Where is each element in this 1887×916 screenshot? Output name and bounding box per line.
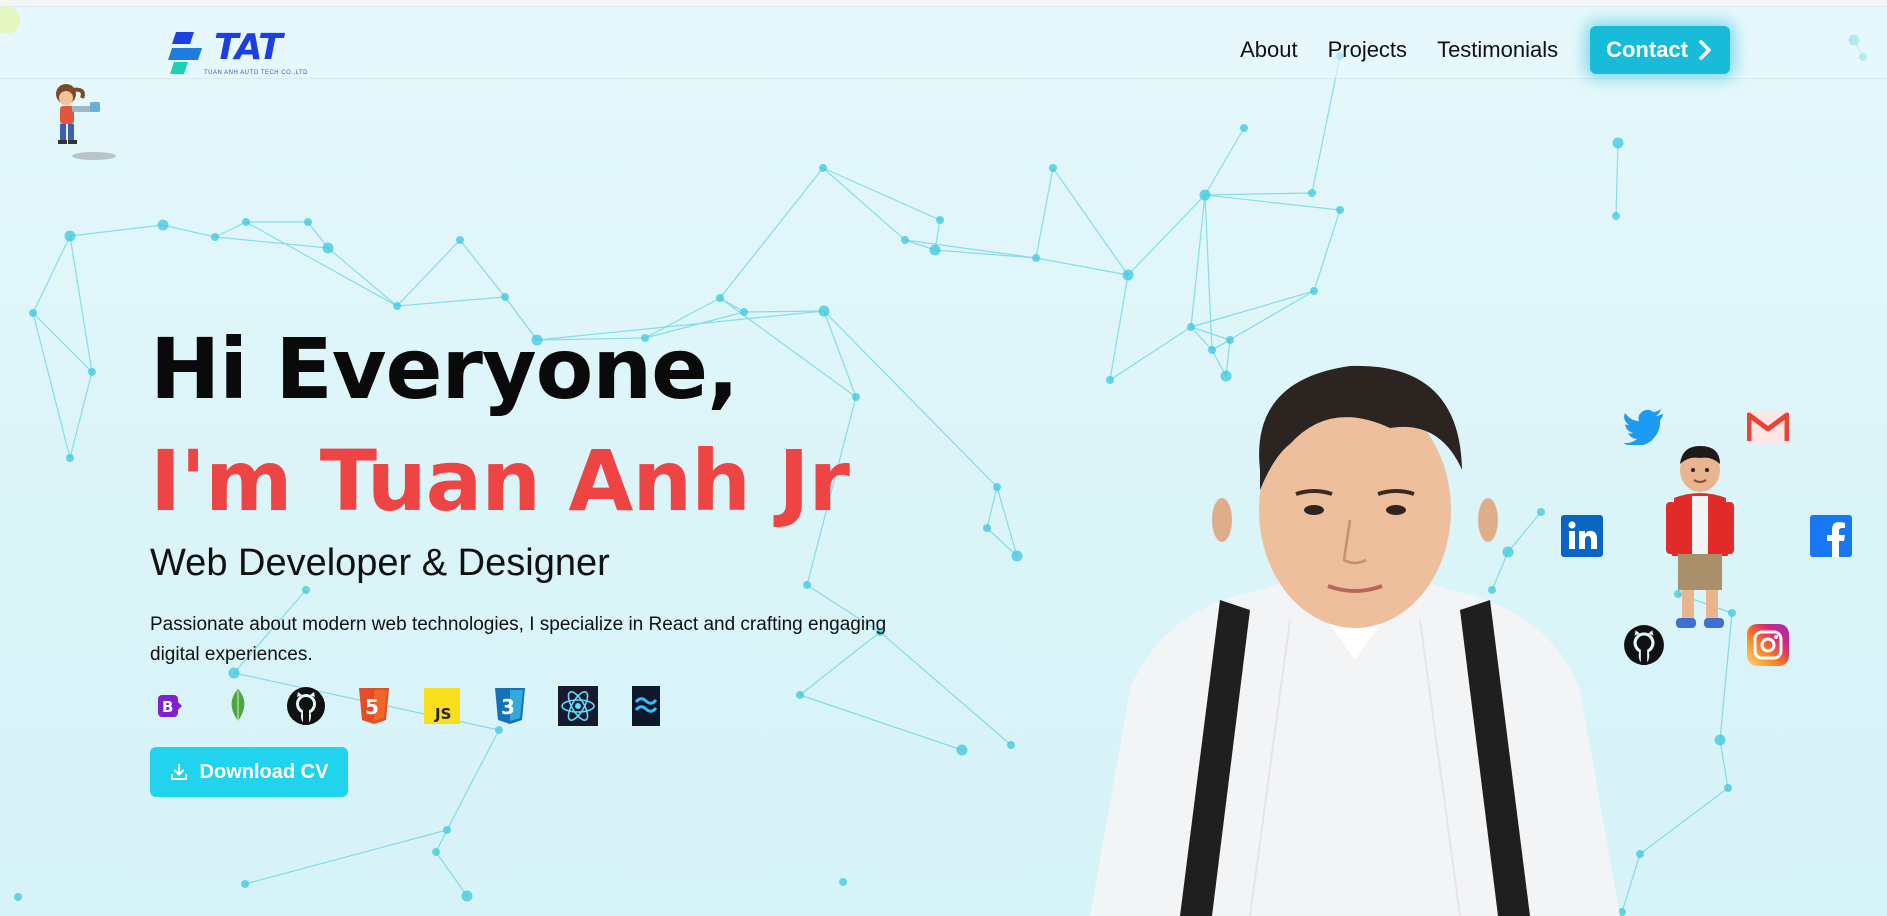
logo-text: TAT [214, 27, 283, 68]
tailwind-icon [626, 686, 666, 726]
nav-about[interactable]: About [1240, 37, 1298, 63]
hero-description: Passionate about modern web technologies… [150, 614, 887, 665]
avatar-character-icon [1666, 446, 1734, 628]
profile-photo [1090, 365, 1620, 916]
svg-text:5: 5 [365, 695, 379, 719]
bootstrap-icon: B [150, 686, 190, 726]
javascript-icon: JS [422, 686, 462, 726]
github-icon [286, 686, 326, 726]
gmail-icon[interactable] [1746, 405, 1790, 449]
mongodb-icon [218, 686, 258, 726]
main-nav: About Projects Testimonials Contact [1240, 26, 1730, 74]
contact-button[interactable]: Contact [1590, 26, 1730, 74]
logo-subtitle: TUAN ANH AUTO TECH CO.,LTD [204, 70, 309, 76]
download-icon [170, 764, 187, 780]
svg-text:3: 3 [501, 695, 515, 719]
page: TAT TUAN ANH AUTO TECH CO.,LTD About Pro… [0, 0, 1887, 916]
chevron-right-icon [1699, 40, 1711, 60]
nav-projects[interactable]: Projects [1328, 37, 1407, 63]
download-cv-label: Download CV [199, 760, 329, 783]
twitter-icon[interactable] [1622, 405, 1666, 449]
react-icon [558, 686, 598, 726]
instagram-icon[interactable] [1746, 623, 1790, 667]
hero-role: Web Developer & Designer [150, 542, 610, 584]
facebook-icon[interactable] [1809, 514, 1853, 558]
logo[interactable]: TAT TUAN ANH AUTO TECH CO.,LTD [168, 27, 328, 82]
tech-stack: B 5 JS 3 [150, 686, 666, 726]
site-header: TAT TUAN ANH AUTO TECH CO.,LTD About Pro… [0, 6, 1887, 79]
css3-icon: 3 [490, 686, 530, 726]
cartoon-character-icon [56, 84, 116, 160]
svg-text:B: B [162, 698, 173, 716]
linkedin-icon[interactable] [1560, 514, 1604, 558]
contact-label: Contact [1606, 37, 1688, 62]
download-cv-button[interactable]: Download CV [150, 747, 348, 797]
html5-icon: 5 [354, 686, 394, 726]
hero-greeting: Hi Everyone, [150, 320, 739, 418]
nav-testimonials[interactable]: Testimonials [1437, 37, 1558, 63]
logo-mark-icon [168, 32, 202, 74]
svg-text:JS: JS [434, 705, 451, 723]
hero-name: I'm Tuan Anh Jr [150, 432, 850, 530]
